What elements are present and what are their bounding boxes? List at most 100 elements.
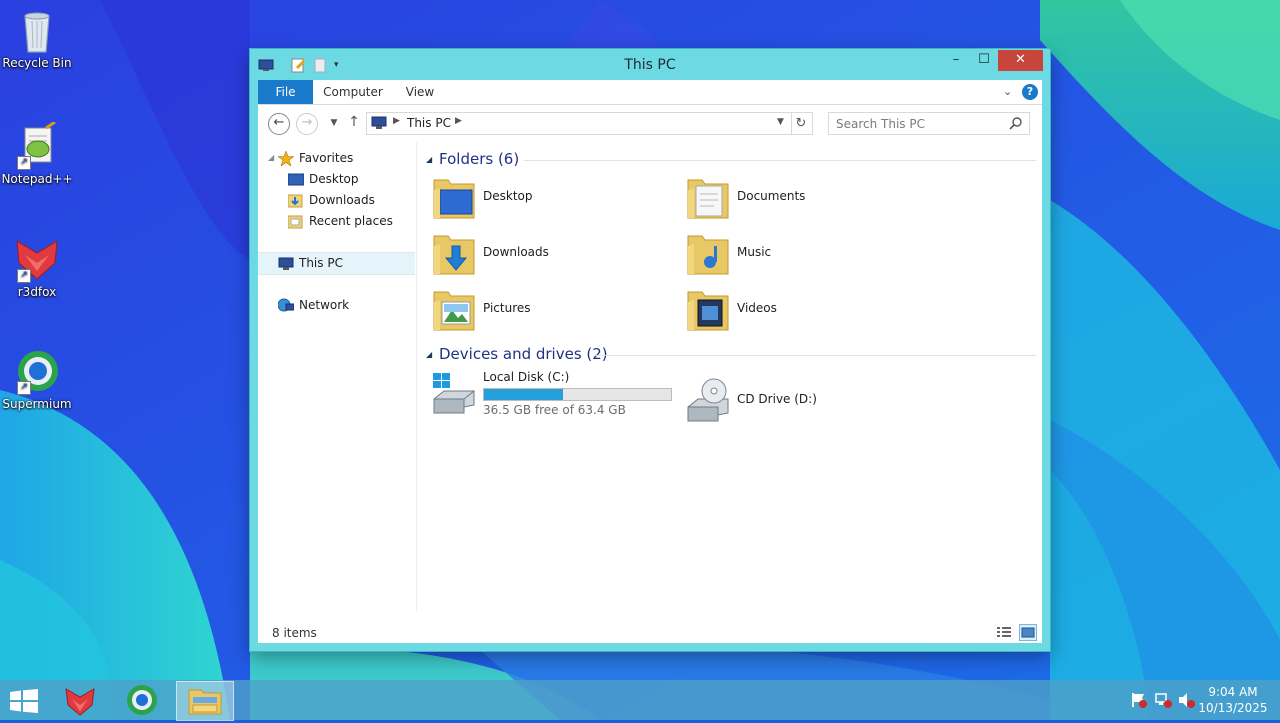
nav-item-favorites[interactable]: ◢ Favorites [258,148,415,169]
nav-item-downloads[interactable]: Downloads [258,190,415,211]
search-box[interactable] [828,112,1030,135]
shortcut-arrow-icon: ↗ [17,156,31,170]
breadcrumb-separator-icon[interactable]: ▶ [393,116,400,126]
close-button[interactable]: ✕ [998,50,1043,71]
ribbon-tabs: File Computer View ⌄ ? [258,80,1042,105]
folder-tile-music[interactable]: Music [680,228,930,280]
forward-button[interactable]: → [296,113,318,135]
search-input[interactable] [829,113,1011,134]
taskbar-app-r3dfox[interactable] [52,681,108,719]
shortcut-arrow-icon: ↗ [17,381,31,395]
content-pane: ◢ Folders (6) Desktop Documents Download… [420,142,1040,612]
this-pc-icon [278,256,294,271]
folder-label: Pictures [483,301,531,315]
up-button[interactable]: ↑ [344,113,364,133]
explorer-window: ▾ This PC – ☐ ✕ File Computer View ⌄ ? ←… [250,49,1050,651]
nav-item-network[interactable]: Network [258,295,415,316]
nav-item-label: Desktop [309,172,359,186]
navigation-bar: ← → ▼ ↑ ▶ This PC ▶ ▼ ↻ [258,105,1042,141]
folder-tile-pictures[interactable]: Pictures [426,284,676,336]
details-view-icon[interactable] [996,625,1012,639]
group-divider [524,160,1036,161]
desktop-icon-label: Notepad++ [1,172,73,186]
address-dropdown-icon[interactable]: ▼ [777,117,784,127]
shortcut-arrow-icon: ↗ [17,269,31,283]
expand-ribbon-chevron-icon[interactable]: ⌄ [1003,85,1012,98]
nav-item-desktop[interactable]: Desktop [258,169,415,190]
start-button[interactable] [10,689,38,713]
drive-free-space: 36.5 GB free of 63.4 GB [483,403,626,417]
breadcrumb-separator-icon[interactable]: ▶ [455,116,462,126]
nav-item-recent-places[interactable]: Recent places [258,211,415,232]
group-header-devices[interactable]: ◢ Devices and drives (2) [426,345,1036,365]
folder-tile-documents[interactable]: Documents [680,172,930,224]
tab-view[interactable]: View [396,80,444,104]
nav-item-this-pc[interactable]: This PC [258,252,415,275]
collapse-group-icon[interactable]: ◢ [426,155,432,164]
action-center-flag-icon[interactable] [1130,692,1148,708]
supermium-icon: ↗ [13,347,61,395]
back-button[interactable]: ← [268,113,290,135]
network-status-icon[interactable] [1154,692,1172,708]
drive-usage-fill [484,389,564,400]
collapse-group-icon[interactable]: ◢ [426,350,432,359]
folder-label: Desktop [483,189,533,203]
desktop-folder-icon [287,172,305,187]
folder-label: Music [737,245,772,259]
item-count: 8 items [272,626,317,640]
nav-item-label: Downloads [309,193,375,207]
window-client: File Computer View ⌄ ? ← → ▼ ↑ ▶ This PC… [258,80,1042,643]
clock-date[interactable]: 10/13/2025 [1196,701,1270,715]
r3dfox-icon: ↗ [13,235,61,283]
music-folder-icon [684,230,732,278]
local-disk-icon [430,369,478,417]
collapse-arrow-icon[interactable]: ◢ [268,153,274,162]
desktop-icon-label: r3dfox [17,285,57,299]
file-explorer-icon [188,689,222,715]
desktop-icon-supermium[interactable]: ↗ Supermium [0,347,74,411]
desktop-icon-notepad-plus-plus[interactable]: ↗ Notepad++ [0,120,74,186]
breadcrumb-this-pc[interactable]: This PC [407,116,451,130]
nav-item-label: This PC [299,256,343,270]
folder-label: Downloads [483,245,549,259]
taskbar-app-supermium[interactable] [114,681,170,719]
address-bar[interactable]: ▶ This PC ▶ ▼ [366,112,792,135]
drive-tile-cd-drive-d[interactable]: CD Drive (D:) [680,375,930,427]
volume-muted-icon[interactable] [1178,692,1196,708]
status-bar: 8 items [258,621,1042,643]
recycle-bin-icon [13,6,61,54]
recent-locations-button[interactable]: ▼ [324,113,344,133]
search-icon[interactable] [1009,116,1023,130]
folder-tile-downloads[interactable]: Downloads [426,228,676,280]
group-header-folders[interactable]: ◢ Folders (6) [426,150,1036,170]
nav-item-label: Network [299,298,350,312]
large-icons-view-icon[interactable] [1019,624,1037,641]
desktop-icon-label: Supermium [2,397,72,411]
folder-tile-videos[interactable]: Videos [680,284,930,336]
supermium-icon [127,685,157,715]
notepad-plus-plus-icon: ↗ [13,120,61,170]
taskbar-app-file-explorer[interactable] [176,681,234,721]
videos-folder-icon [684,286,732,334]
help-icon[interactable]: ? [1022,84,1038,100]
drive-tile-local-disk-c[interactable]: Local Disk (C:) 36.5 GB free of 63.4 GB [426,367,676,419]
windows-logo-icon [10,689,38,713]
maximize-button[interactable]: ☐ [970,50,998,71]
refresh-button[interactable]: ↻ [790,112,813,135]
tab-file[interactable]: File [258,80,313,104]
downloads-folder-icon [287,193,304,208]
clock-time[interactable]: 9:04 AM [1196,685,1270,699]
drive-label: CD Drive (D:) [737,392,817,406]
r3dfox-icon [65,688,95,716]
recent-places-icon [287,214,304,229]
desktop-icon-r3dfox[interactable]: ↗ r3dfox [0,235,74,299]
desktop-icon-recycle-bin[interactable]: Recycle Bin [0,6,74,70]
tab-computer[interactable]: Computer [318,80,388,104]
title-bar[interactable]: ▾ This PC – ☐ ✕ [250,49,1050,80]
this-pc-icon [371,116,387,130]
star-icon [277,150,295,167]
folder-tile-desktop[interactable]: Desktop [426,172,676,224]
minimize-button[interactable]: – [942,50,970,71]
drive-label: Local Disk (C:) [483,370,570,384]
group-title: Folders (6) [439,150,520,168]
